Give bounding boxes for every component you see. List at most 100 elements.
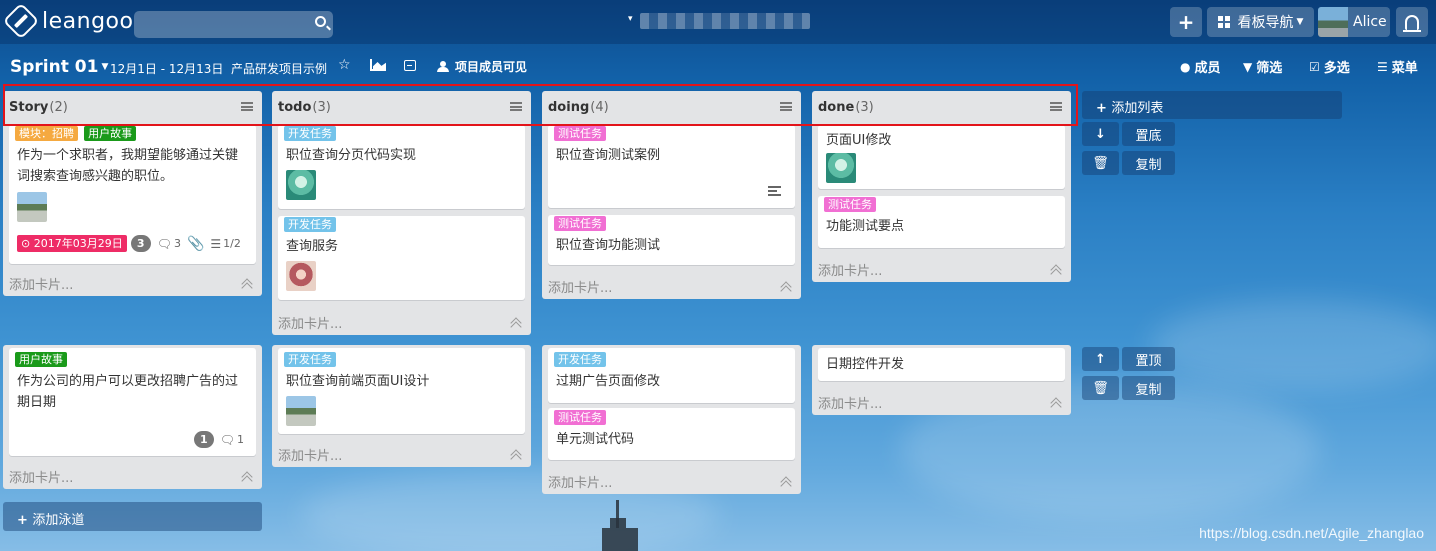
list-count: (3) <box>312 100 331 115</box>
board-nav-label: 看板导航 <box>1237 15 1294 31</box>
card[interactable]: 测试任务 功能测试要点 <box>818 196 1065 248</box>
move-top-button[interactable]: 置顶 <box>1122 347 1175 371</box>
checklist-icon: ☰ <box>210 236 222 251</box>
move-down-button[interactable]: ↓ <box>1082 122 1119 146</box>
star-icon[interactable]: ☆ <box>338 57 351 73</box>
members-button[interactable]: ● 成员 <box>1180 57 1221 77</box>
comment-count: 3 <box>173 237 181 250</box>
hamburger-icon[interactable] <box>1050 102 1062 111</box>
list-header[interactable]: doing(4) <box>542 91 801 122</box>
card-title: 功能测试要点 <box>826 219 905 234</box>
comment-icon: 🗨 <box>219 432 235 447</box>
checklist-indicator: ☰ 1/2 <box>210 237 240 251</box>
logo-text: leangoo <box>42 8 134 34</box>
chart-icon[interactable] <box>370 59 386 71</box>
card[interactable]: 测试任务 单元测试代码 <box>548 408 795 460</box>
list-doing-lane2: 开发任务 过期广告页面修改 测试任务 单元测试代码 添加卡片... <box>542 345 801 494</box>
sprint-dates: 12月1日 - 12月13日 产品研发项目示例 <box>110 60 327 77</box>
add-list-button[interactable]: + 添加列表 <box>1082 91 1342 119</box>
add-card-link[interactable]: 添加卡片... <box>818 260 882 279</box>
sprint-title[interactable]: Sprint 01 ▼ <box>10 57 108 77</box>
trash-icon: 🗑 <box>1092 380 1109 396</box>
collapse-icon[interactable] <box>404 60 416 71</box>
card[interactable]: 测试任务 职位查询测试案例 <box>548 125 795 208</box>
visibility-button[interactable]: 项目成员可见 <box>436 58 527 75</box>
chevron-up-icon[interactable] <box>1050 398 1062 410</box>
card[interactable]: 用户故事 作为公司的用户可以更改招聘广告的过期日期 1 🗨 1 <box>9 348 256 456</box>
leangoo-logo-icon <box>2 2 40 40</box>
chevron-up-icon[interactable] <box>510 450 522 462</box>
delete-lane-button[interactable]: 🗑 <box>1082 376 1119 400</box>
chevron-up-icon[interactable] <box>241 279 253 291</box>
move-up-button[interactable]: ↑ <box>1082 347 1119 371</box>
card[interactable]: 开发任务 查询服务 <box>278 216 525 300</box>
avatar <box>826 153 856 183</box>
chevron-up-icon[interactable] <box>510 318 522 330</box>
copy-lane-label: 复制 <box>1135 157 1162 173</box>
multiselect-label: 多选 <box>1323 61 1350 76</box>
list-header[interactable]: done(3) <box>812 91 1071 122</box>
search-input[interactable] <box>134 11 333 38</box>
add-card-link[interactable]: 添加卡片... <box>278 445 342 464</box>
comment-icon: 🗨 <box>156 236 172 251</box>
add-card-link[interactable]: 添加卡片... <box>548 472 612 491</box>
chevron-up-icon[interactable] <box>241 472 253 484</box>
hamburger-icon[interactable] <box>241 102 253 111</box>
card[interactable]: 开发任务 职位查询分页代码实现 <box>278 125 525 209</box>
chevron-up-icon[interactable] <box>780 282 792 294</box>
card[interactable]: 开发任务 职位查询前端页面UI设计 <box>278 348 525 434</box>
logo[interactable]: leangoo <box>2 2 134 40</box>
card[interactable]: 开发任务 过期广告页面修改 <box>548 348 795 403</box>
board-nav-button[interactable]: 看板导航 ▼ <box>1207 7 1314 37</box>
list-story: Story(2) 模块：招聘 用户故事 作为一个求职者，我期望能够通过关键词搜索… <box>3 91 262 296</box>
add-card-link[interactable]: 添加卡片... <box>9 274 73 293</box>
due-date-badge[interactable]: ⊙ 2017年03月29日 <box>17 235 127 252</box>
background-cloud <box>1150 300 1436 390</box>
card[interactable]: 日期控件开发 <box>818 348 1065 381</box>
card[interactable]: 页面UI修改 <box>818 125 1065 189</box>
add-card-link[interactable]: 添加卡片... <box>9 467 73 486</box>
tag-dev-task: 开发任务 <box>554 352 606 367</box>
plus-icon: + <box>1177 10 1195 34</box>
tag-test-task: 测试任务 <box>554 410 606 425</box>
sprint-title-text: Sprint 01 <box>10 57 99 77</box>
plus-icon: + <box>1096 101 1112 116</box>
hamburger-icon[interactable] <box>780 102 792 111</box>
board-selector-caret-icon[interactable]: ▾ <box>628 14 633 24</box>
filter-button[interactable]: ▼ 筛选 <box>1243 57 1282 77</box>
list-header[interactable]: Story(2) <box>3 91 262 122</box>
chevron-up-icon[interactable] <box>1050 265 1062 277</box>
card-title: 过期广告页面修改 <box>556 374 661 389</box>
user-menu[interactable]: Alice <box>1318 7 1390 37</box>
tag-user-story: 用户故事 <box>15 352 67 367</box>
count-badge: 3 <box>130 235 151 252</box>
add-swimlane-button[interactable]: + 添加泳道 <box>3 502 262 531</box>
add-card-link[interactable]: 添加卡片... <box>548 277 612 296</box>
avatar <box>1318 7 1348 37</box>
copy-lane-button[interactable]: 复制 <box>1122 376 1175 400</box>
delete-lane-button[interactable]: 🗑 <box>1082 151 1119 175</box>
add-button[interactable]: + <box>1170 7 1202 37</box>
avatar <box>286 396 316 426</box>
board-name-blurred[interactable] <box>640 13 810 29</box>
watermark: https://blog.csdn.net/Agile_zhanglao <box>1199 525 1424 541</box>
copy-lane-button[interactable]: 复制 <box>1122 151 1175 175</box>
add-card-link[interactable]: 添加卡片... <box>278 313 342 332</box>
search-icon[interactable] <box>315 16 326 27</box>
card[interactable]: 测试任务 职位查询功能测试 <box>548 215 795 265</box>
user-name: Alice <box>1353 14 1387 30</box>
chevron-up-icon[interactable] <box>780 477 792 489</box>
add-card-link[interactable]: 添加卡片... <box>818 393 882 412</box>
avatar <box>286 170 316 200</box>
hamburger-icon[interactable] <box>510 102 522 111</box>
list-header[interactable]: todo(3) <box>272 91 531 122</box>
card[interactable]: 模块：招聘 用户故事 作为一个求职者，我期望能够通过关键词搜索查询感兴趣的职位。… <box>9 125 256 264</box>
menu-button[interactable]: ☰ 菜单 <box>1377 57 1418 77</box>
multiselect-button[interactable]: ☑ 多选 <box>1309 57 1350 77</box>
list-done-lane2: 日期控件开发 添加卡片... <box>812 345 1071 415</box>
plus-icon: + <box>17 513 33 528</box>
move-bottom-button[interactable]: 置底 <box>1122 122 1175 146</box>
bell-icon <box>1403 14 1421 32</box>
comments-indicator: 🗨 1 <box>220 433 244 447</box>
notifications-button[interactable] <box>1396 7 1428 37</box>
